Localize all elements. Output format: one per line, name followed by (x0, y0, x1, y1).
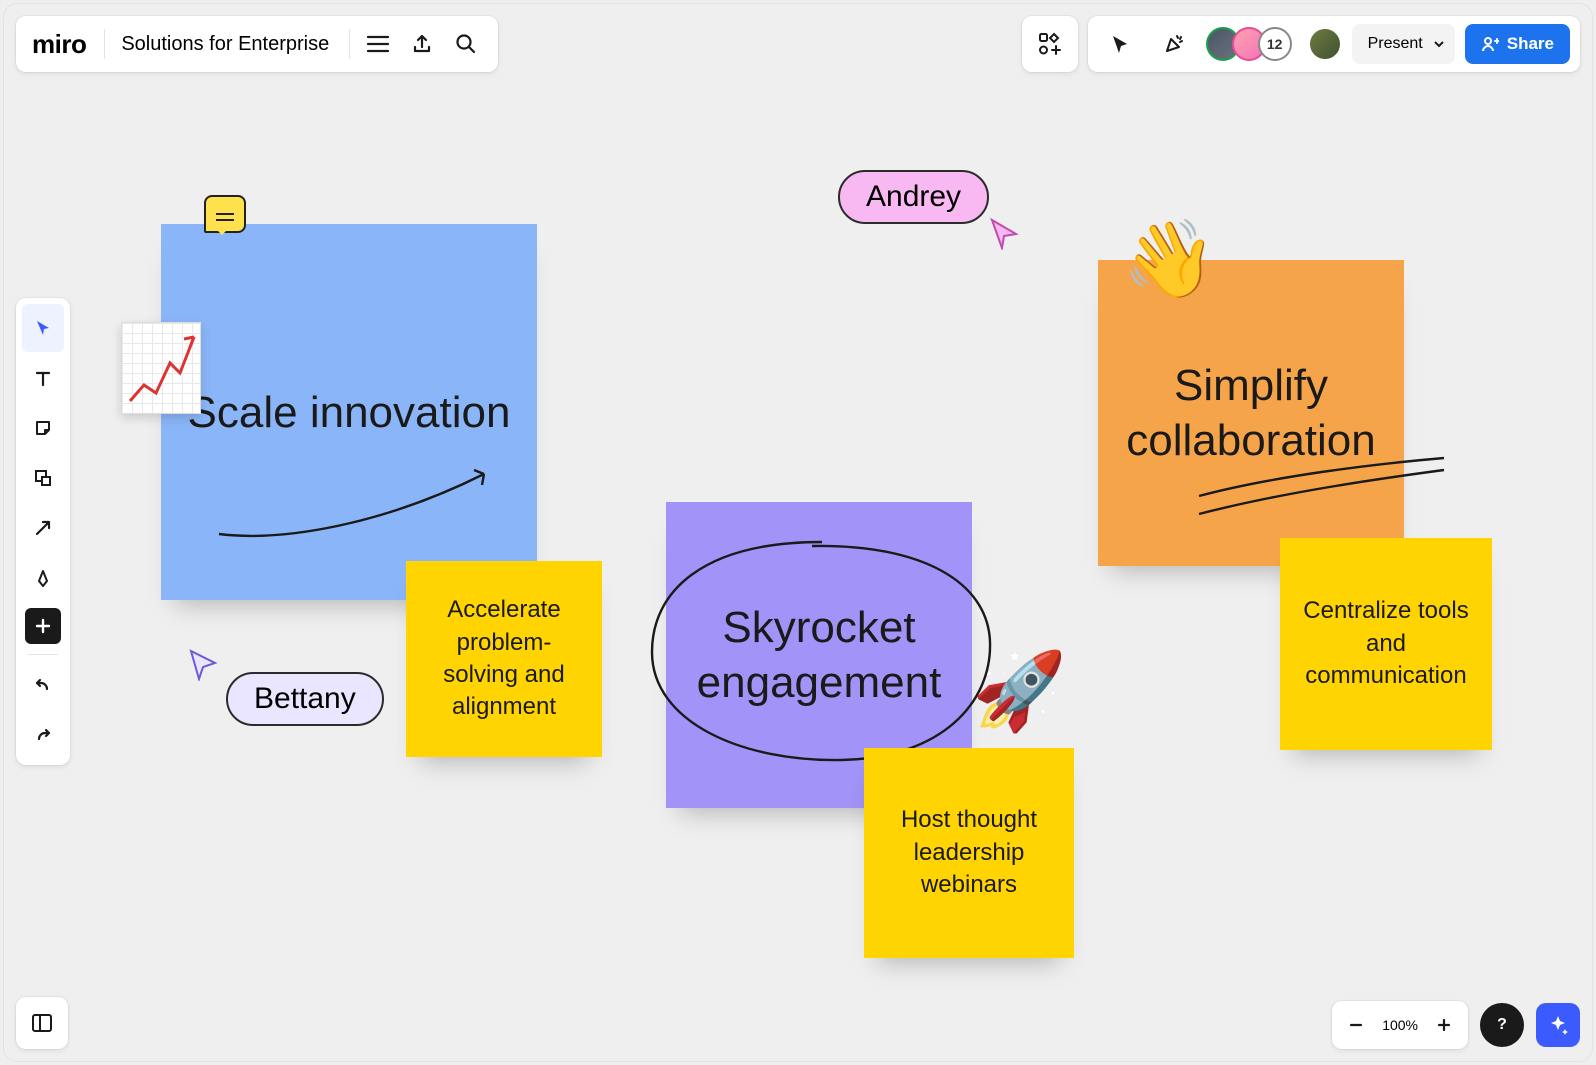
pointer-icon (33, 318, 53, 338)
cursor-andrey: Andrey (838, 170, 989, 224)
frames-panel-button[interactable] (16, 997, 68, 1049)
help-button[interactable]: ? (1480, 1003, 1524, 1047)
export-icon (411, 33, 433, 55)
add-more-tool[interactable] (25, 608, 61, 644)
cursor-bettany-pointer (187, 647, 221, 681)
sticky-icon (33, 418, 53, 438)
hamburger-icon (367, 35, 389, 53)
search-button[interactable] (444, 22, 488, 66)
zoom-out-button[interactable] (1336, 1005, 1376, 1045)
present-label: Present (1368, 35, 1423, 53)
zoom-in-button[interactable] (1424, 1005, 1464, 1045)
plus-icon (1436, 1017, 1452, 1033)
sticky-text: Host thought leadership webinars (884, 804, 1054, 901)
share-button[interactable]: Share (1465, 24, 1570, 64)
reactions-button[interactable] (1152, 22, 1196, 66)
party-icon (1162, 32, 1186, 56)
arrow-icon (33, 518, 53, 538)
chart-line-icon (122, 323, 202, 415)
cursor-label-text: Andrey (866, 180, 961, 213)
chevron-down-icon (1433, 38, 1445, 50)
chart-thumbnail[interactable] (121, 322, 201, 414)
comment-icon (216, 213, 234, 215)
undo-icon (33, 677, 53, 693)
collaborator-avatars[interactable]: 12 (1206, 27, 1292, 61)
cursor-andrey-pointer (988, 216, 1022, 250)
cursor-icon (1109, 33, 1131, 55)
apps-icon (1038, 32, 1062, 56)
share-label: Share (1507, 34, 1554, 54)
cursor-bettany: Bettany (226, 672, 384, 726)
export-button[interactable] (400, 22, 444, 66)
left-toolbar (16, 298, 70, 765)
text-icon (33, 368, 53, 388)
plus-icon (35, 618, 51, 634)
brand-logo[interactable]: miro (26, 29, 98, 60)
zoom-controls: 100% (1332, 1001, 1468, 1049)
sparkle-icon (1547, 1014, 1569, 1036)
bottom-right-controls: 100% ? (1332, 1001, 1580, 1049)
sticky-text: Scale innovation (188, 385, 511, 440)
main-menu-button[interactable] (356, 22, 400, 66)
text-tool[interactable] (22, 354, 64, 402)
sticky-simplify[interactable]: Simplify collaboration (1098, 260, 1404, 566)
sticky-scale-innovation[interactable]: Scale innovation (161, 224, 537, 600)
comment-pin[interactable] (204, 195, 246, 233)
cursor-mode-button[interactable] (1098, 22, 1142, 66)
redo-icon (33, 727, 53, 743)
top-left-toolbar: miro Solutions for Enterprise (16, 16, 498, 72)
zoom-level[interactable]: 100% (1376, 1017, 1424, 1033)
present-button[interactable]: Present (1352, 24, 1455, 64)
undo-button[interactable] (22, 661, 64, 709)
pen-tool[interactable] (22, 554, 64, 602)
sticky-text: Centralize tools and communication (1300, 595, 1472, 692)
sticky-accelerate[interactable]: Accelerate problem-solving and alignment (406, 561, 602, 757)
cursor-label-text: Bettany (254, 682, 356, 715)
user-plus-icon (1481, 35, 1499, 53)
divider (349, 29, 350, 59)
minus-icon (1348, 1017, 1364, 1033)
apps-button[interactable] (1022, 16, 1078, 72)
select-tool[interactable] (22, 304, 64, 352)
shape-icon (33, 468, 53, 488)
ai-assist-button[interactable] (1536, 1003, 1580, 1047)
redo-button[interactable] (22, 711, 64, 759)
sticky-centralize[interactable]: Centralize tools and communication (1280, 538, 1492, 750)
sticky-text: Accelerate problem-solving and alignment (426, 594, 582, 724)
sticky-text: Simplify collaboration (1118, 358, 1384, 468)
top-right-toolbar: 12 Present Share (1088, 16, 1580, 72)
shape-tool[interactable] (22, 454, 64, 502)
connector-tool[interactable] (22, 504, 64, 552)
current-user-avatar[interactable] (1308, 27, 1342, 61)
pen-icon (33, 568, 53, 588)
rocket-emoji[interactable]: 🚀 (972, 646, 1067, 736)
panel-icon (30, 1011, 54, 1035)
divider (104, 29, 105, 59)
divider (28, 654, 58, 655)
sticky-host-webinars[interactable]: Host thought leadership webinars (864, 748, 1074, 958)
board-canvas[interactable]: Scale innovation Accelerate problem-solv… (4, 4, 1592, 1061)
wave-emoji[interactable]: 👋 (1122, 214, 1217, 304)
app-stage: Scale innovation Accelerate problem-solv… (3, 3, 1593, 1062)
sticky-note-tool[interactable] (22, 404, 64, 452)
sticky-text: Skyrocket engagement (686, 600, 952, 710)
search-icon (455, 33, 477, 55)
board-title[interactable]: Solutions for Enterprise (111, 33, 343, 56)
avatar-overflow-count[interactable]: 12 (1258, 27, 1292, 61)
